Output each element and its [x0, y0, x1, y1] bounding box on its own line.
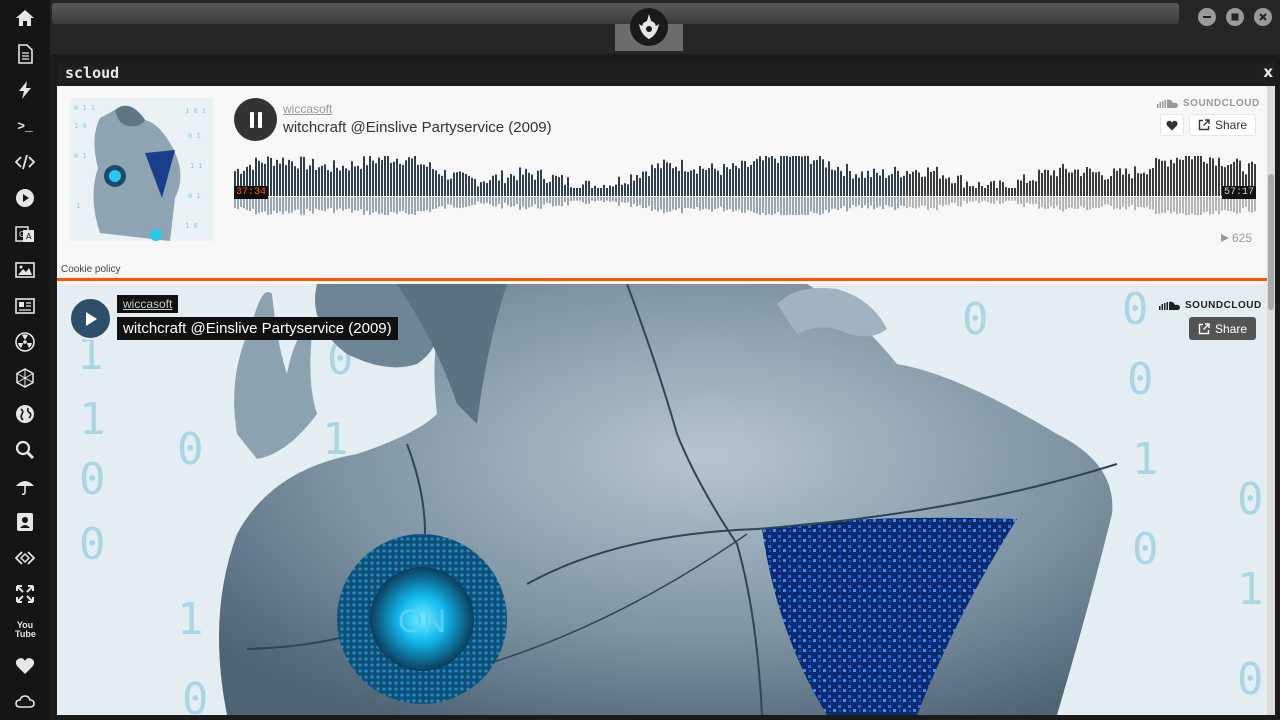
code-icon[interactable] — [13, 150, 37, 174]
home-icon[interactable] — [13, 6, 37, 30]
svg-text:0: 0 — [1127, 354, 1154, 405]
soundcloud-cloud-icon — [1159, 301, 1180, 310]
svg-text:0: 0 — [79, 519, 106, 570]
globe-icon[interactable] — [13, 402, 37, 426]
vertical-scrollbar[interactable] — [1267, 86, 1275, 715]
artwork-on-label: ON — [398, 603, 446, 639]
window-titlebar[interactable]: scloud x — [57, 60, 1275, 86]
svg-text:1 0: 1 0 — [74, 122, 87, 130]
track-title-link[interactable]: witchcraft @Einslive Partyservice (2009) — [283, 119, 552, 136]
address-bar[interactable] — [52, 3, 1179, 24]
cloud-icon[interactable] — [13, 690, 37, 714]
svg-text:0: 0 — [1132, 524, 1159, 575]
maximize-button[interactable] — [1226, 8, 1244, 26]
waveform-seekbar[interactable] — [234, 156, 1256, 216]
close-window-button[interactable] — [1254, 8, 1272, 26]
svg-text:0 1 1: 0 1 1 — [74, 104, 95, 112]
scrollbar-thumb[interactable] — [1268, 174, 1274, 310]
svg-text:0: 0 — [79, 454, 106, 505]
play-count-icon — [1221, 234, 1229, 242]
svg-text:0: 0 — [1122, 284, 1149, 335]
share-button[interactable]: Share — [1189, 114, 1256, 136]
heart-icon — [1166, 120, 1178, 130]
news-icon[interactable] — [13, 294, 37, 318]
hexagon-icon[interactable] — [13, 366, 37, 390]
soundcloud-player-visual: 1100 010 100 001 010 0 ON wiccasoft witc… — [57, 284, 1267, 715]
code-diamond-icon[interactable] — [13, 546, 37, 570]
svg-text:1 1: 1 1 — [190, 162, 203, 170]
cookie-policy-link[interactable]: Cookie policy — [61, 264, 120, 275]
scloud-window: scloud x 0 1 11 00 1 1 0 10 11 1 0 11 01 — [57, 60, 1275, 715]
play-count: 625 — [1221, 231, 1252, 245]
track-artwork-background: 1100 0 10 100 001 010 0 ON — [57, 284, 1267, 715]
sidebar: >_ GA You Tube — [0, 0, 50, 720]
track-artwork[interactable]: 0 1 1 1 0 0 1 1 0 1 0 1 1 1 0 1 1 0 1 — [70, 98, 213, 241]
svg-text:1 0: 1 0 — [185, 222, 198, 230]
youtube-icon[interactable]: You Tube — [13, 618, 37, 642]
translate-icon[interactable]: GA — [13, 222, 37, 246]
heart-icon[interactable] — [13, 654, 37, 678]
svg-text:1: 1 — [76, 202, 80, 210]
document-icon[interactable] — [13, 42, 37, 66]
svg-text:1: 1 — [1237, 564, 1264, 615]
umbrella-icon[interactable] — [13, 474, 37, 498]
play-button[interactable] — [69, 297, 112, 340]
track-username-link[interactable]: wiccasoft — [117, 295, 179, 313]
terminal-icon[interactable]: >_ — [13, 114, 37, 138]
window-title: scloud — [65, 64, 120, 82]
track-username-link[interactable]: wiccasoft — [283, 102, 332, 116]
play-icon[interactable] — [13, 186, 37, 210]
svg-text:G: G — [19, 230, 25, 239]
lightning-icon[interactable] — [13, 78, 37, 102]
minimize-button[interactable] — [1198, 8, 1216, 26]
like-button[interactable] — [1160, 114, 1184, 136]
svg-text:0 1: 0 1 — [74, 152, 87, 160]
image-icon[interactable] — [13, 258, 37, 282]
elapsed-time: 37:34 — [234, 186, 269, 199]
total-duration: 57:17 — [1222, 186, 1257, 199]
rebel-alliance-logo-icon — [630, 8, 668, 46]
soundcloud-logo[interactable]: SOUNDCLOUD — [1159, 300, 1262, 311]
soundcloud-logo[interactable]: SOUNDCLOUD — [1157, 98, 1260, 109]
share-button[interactable]: Share — [1189, 317, 1256, 340]
track-title-link[interactable]: witchcraft @Einslive Partyservice (2009) — [117, 317, 398, 340]
svg-text:0: 0 — [1237, 654, 1264, 705]
svg-text:1: 1 — [1132, 434, 1159, 485]
share-icon — [1198, 119, 1210, 131]
pause-button[interactable] — [234, 98, 277, 141]
play-icon — [85, 311, 97, 326]
search-icon[interactable] — [13, 438, 37, 462]
top-bar — [50, 0, 1280, 54]
svg-text:0: 0 — [1237, 474, 1264, 525]
contact-card-icon[interactable] — [13, 510, 37, 534]
soundcloud-cloud-icon — [1157, 99, 1178, 108]
radiation-icon[interactable] — [13, 330, 37, 354]
window-close-button[interactable]: x — [1263, 63, 1273, 81]
svg-text:0 1: 0 1 — [188, 132, 201, 140]
svg-text:0 1: 0 1 — [188, 192, 201, 200]
svg-text:0: 0 — [962, 294, 989, 345]
svg-text:A: A — [26, 232, 32, 241]
svg-text:0: 0 — [182, 674, 209, 715]
svg-text:1 0 1: 1 0 1 — [185, 107, 206, 115]
fullscreen-icon[interactable] — [13, 582, 37, 606]
share-icon — [1198, 322, 1210, 334]
svg-text:0: 0 — [177, 424, 204, 475]
soundcloud-player-classic: 0 1 1 1 0 0 1 1 0 1 0 1 1 1 0 1 1 0 1 wiccasof… — [57, 86, 1267, 281]
svg-text:1: 1 — [177, 594, 204, 645]
svg-text:1: 1 — [79, 394, 106, 445]
